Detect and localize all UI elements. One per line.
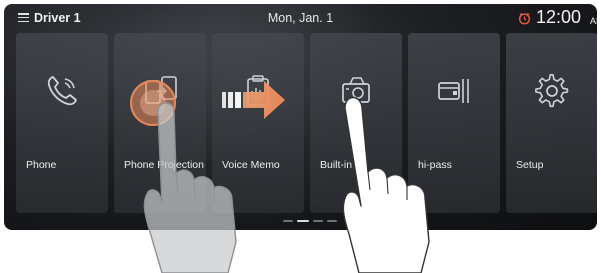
phone-icon	[47, 76, 77, 106]
ghost-hand-pointer-icon	[143, 102, 237, 273]
page-indicator-dot[interactable]	[283, 220, 293, 222]
gear-icon	[535, 73, 569, 108]
tile-setup[interactable]: Setup	[506, 33, 597, 213]
status-bar: Driver 1 Mon, Jan. 1 12:00 AM	[4, 4, 597, 32]
alarm-clock-icon	[518, 12, 531, 25]
clock-time: 12:00	[536, 7, 582, 27]
page-indicator-dot[interactable]	[313, 220, 323, 222]
tile-label: Setup	[516, 159, 544, 171]
hand-pointer-icon	[342, 96, 430, 273]
clock-ampm: AM	[590, 16, 597, 26]
page-indicator-active[interactable]	[297, 220, 309, 222]
tile-label: Phone	[26, 159, 57, 171]
date-display: Mon, Jan. 1	[267, 11, 334, 25]
tile-phone[interactable]: Phone	[16, 33, 108, 213]
home-screen: Driver 1 Mon, Jan. 1 12:00 AM Phone Phon…	[4, 4, 597, 230]
